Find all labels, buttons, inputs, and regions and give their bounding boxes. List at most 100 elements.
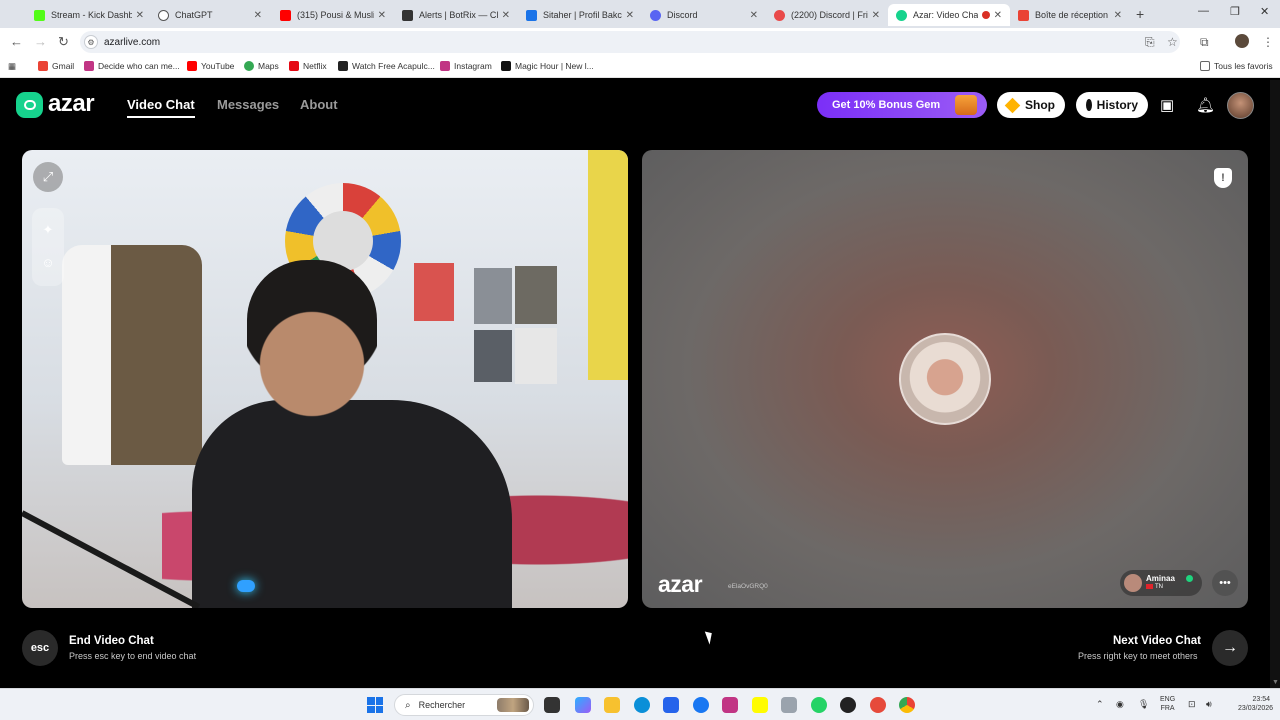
microphone-icon[interactable]: 🎙︎ xyxy=(1138,699,1149,710)
wall-poster xyxy=(474,268,512,324)
tab-title: Sitaher | Profil Bakch xyxy=(543,10,622,20)
address-bar[interactable]: ⚙ azarlive.com xyxy=(80,31,1180,53)
tab-title: (2200) Discord | Frien xyxy=(791,10,868,20)
report-shield-icon[interactable]: ! xyxy=(1214,168,1232,188)
bell-icon[interactable]: 🔔︎ xyxy=(1196,96,1215,114)
copilot-icon[interactable] xyxy=(575,697,591,713)
browser-tab[interactable]: Stream - Kick Dashbo ✕ xyxy=(26,4,152,26)
task-view-icon[interactable] xyxy=(544,697,560,713)
browser-tab[interactable]: ChatGPT ✕ xyxy=(150,4,270,26)
minimize-icon[interactable]: — xyxy=(1198,5,1209,17)
snapchat-icon[interactable] xyxy=(752,697,768,713)
volume-icon[interactable]: 🔊︎ xyxy=(1206,699,1212,710)
instagram-icon[interactable] xyxy=(722,697,738,713)
store-icon[interactable] xyxy=(663,697,679,713)
browser-tab[interactable]: Boîte de réception (2 ✕ xyxy=(1010,4,1130,26)
browser-toolbar: ← → ↻ ⚙ azarlive.com ⎘ ☆ ⧉ ⋮ xyxy=(0,28,1280,56)
partner-profile-tag[interactable]: Aminaa TN xyxy=(1120,570,1202,596)
close-tab-icon[interactable]: ✕ xyxy=(378,10,386,21)
facebook-icon[interactable] xyxy=(693,697,709,713)
clock-icon xyxy=(1086,99,1092,111)
scroll-down-icon[interactable]: ▼ xyxy=(1272,679,1279,686)
page-scrollbar[interactable]: ▼ xyxy=(1270,80,1280,688)
windows-start-icon[interactable] xyxy=(367,697,383,713)
browser-profile-avatar[interactable] xyxy=(1235,34,1249,48)
menu-icon[interactable]: ⋮ xyxy=(1262,35,1274,49)
azar-logo-text[interactable]: azar xyxy=(48,90,95,118)
expand-icon[interactable]: ⤢ xyxy=(33,162,63,192)
camera-tools-panel: ✦ ☺ xyxy=(32,208,64,286)
user-avatar[interactable] xyxy=(1227,92,1254,119)
face-filter-icon[interactable]: ☺ xyxy=(40,255,56,271)
browser-tab-active[interactable]: Azar: Video Chat ✕ xyxy=(888,4,1010,26)
close-tab-icon[interactable]: ✕ xyxy=(1114,10,1122,21)
end-chat-button[interactable]: esc xyxy=(22,630,58,666)
file-explorer-icon[interactable] xyxy=(604,697,620,713)
azar-logo-icon[interactable] xyxy=(16,92,43,118)
restore-icon[interactable]: ❐ xyxy=(1230,5,1240,18)
nav-video-chat[interactable]: Video Chat xyxy=(127,97,195,112)
network-icon[interactable]: ⊡ xyxy=(1188,699,1196,710)
close-tab-icon[interactable]: ✕ xyxy=(872,10,880,21)
bookmark-youtube[interactable]: YouTube xyxy=(187,61,234,71)
browser-tab[interactable]: Alerts | BotRix — Clo ✕ xyxy=(394,4,518,26)
close-tab-icon[interactable]: ✕ xyxy=(502,10,510,21)
bookmark-gmail[interactable]: Gmail xyxy=(38,61,74,71)
next-arrow-icon[interactable]: → xyxy=(1212,630,1248,666)
bookmark-maps[interactable]: Maps xyxy=(244,61,279,71)
obs-icon[interactable] xyxy=(840,697,856,713)
chat-bubble-icon[interactable]: ••• xyxy=(1212,570,1238,596)
browser-tab[interactable]: Sitaher | Profil Bakch ✕ xyxy=(518,4,642,26)
taskbar-search[interactable]: ⌕ Rechercher xyxy=(394,694,534,716)
extensions-icon[interactable]: ⧉ xyxy=(1200,35,1209,50)
chrome-icon[interactable] xyxy=(899,697,915,713)
browser-tab[interactable]: (2200) Discord | Frien ✕ xyxy=(766,4,888,26)
bookmark-netflix[interactable]: Netflix xyxy=(289,61,327,71)
bookmark-label: Gmail xyxy=(52,61,75,71)
close-tab-icon[interactable]: ✕ xyxy=(750,10,758,21)
close-tab-icon[interactable]: ✕ xyxy=(994,10,1002,21)
gem-icon xyxy=(1004,97,1021,113)
site-info-icon[interactable]: ⚙ xyxy=(84,35,98,49)
close-tab-icon[interactable]: ✕ xyxy=(626,10,634,21)
end-chat-title[interactable]: End Video Chat xyxy=(69,635,154,647)
tray-app-icon[interactable]: ◉ xyxy=(1116,699,1124,710)
all-bookmarks[interactable]: Tous les favoris xyxy=(1200,61,1273,71)
bonus-gem-banner[interactable]: Get 10% Bonus Gem xyxy=(817,92,987,118)
nav-messages[interactable]: Messages xyxy=(217,97,279,112)
keyboard-language[interactable]: ENG FRA xyxy=(1160,695,1175,713)
magic-wand-icon[interactable]: ✦ xyxy=(40,222,56,238)
history-button[interactable]: History xyxy=(1076,92,1148,118)
close-window-icon[interactable]: ✕ xyxy=(1260,5,1269,18)
browser-tab[interactable]: (315) Pousi & Muslim ✕ xyxy=(272,4,394,26)
inbox-icon[interactable]: ▣ xyxy=(1160,96,1174,114)
next-chat-title[interactable]: Next Video Chat xyxy=(1113,635,1201,647)
edge-icon[interactable] xyxy=(634,697,650,713)
bookmark-magic-hour[interactable]: Magic Hour | New l... xyxy=(501,61,594,71)
new-tab-icon[interactable]: + xyxy=(1136,6,1144,22)
bookmark-instagram[interactable]: Instagram xyxy=(440,61,492,71)
tab-title: Stream - Kick Dashbo xyxy=(51,10,132,20)
apps-icon[interactable]: ▦ xyxy=(8,61,16,72)
app-icon[interactable] xyxy=(870,697,886,713)
tray-chevron-icon[interactable]: ⌃ xyxy=(1096,699,1104,710)
bookmark-instagram-privacy[interactable]: Decide who can me... xyxy=(84,61,180,71)
system-clock[interactable]: 23:54 23/03/2026 xyxy=(1238,695,1273,713)
close-tab-icon[interactable]: ✕ xyxy=(254,10,262,21)
bookmark-star-icon[interactable]: ☆ xyxy=(1167,35,1178,49)
install-app-icon[interactable]: ⎘ xyxy=(1145,35,1155,50)
camera-app-icon[interactable] xyxy=(781,697,797,713)
whatsapp-icon[interactable] xyxy=(811,697,827,713)
my-camera-video: ⤢ ✦ ☺ xyxy=(22,150,628,608)
nav-about[interactable]: About xyxy=(300,97,338,112)
browser-tab[interactable]: Discord ✕ xyxy=(642,4,766,26)
forward-icon[interactable]: → xyxy=(34,34,47,49)
back-icon[interactable]: ← xyxy=(10,34,23,49)
close-tab-icon[interactable]: ✕ xyxy=(136,10,144,21)
reload-icon[interactable]: ↻ xyxy=(58,34,69,50)
shop-button[interactable]: Shop xyxy=(997,92,1065,118)
treasure-chest-icon xyxy=(955,95,977,115)
wall-poster xyxy=(474,330,512,382)
bookmark-watch-free[interactable]: Watch Free Acapulc... xyxy=(338,61,435,71)
tab-title: (315) Pousi & Muslim xyxy=(297,10,374,20)
